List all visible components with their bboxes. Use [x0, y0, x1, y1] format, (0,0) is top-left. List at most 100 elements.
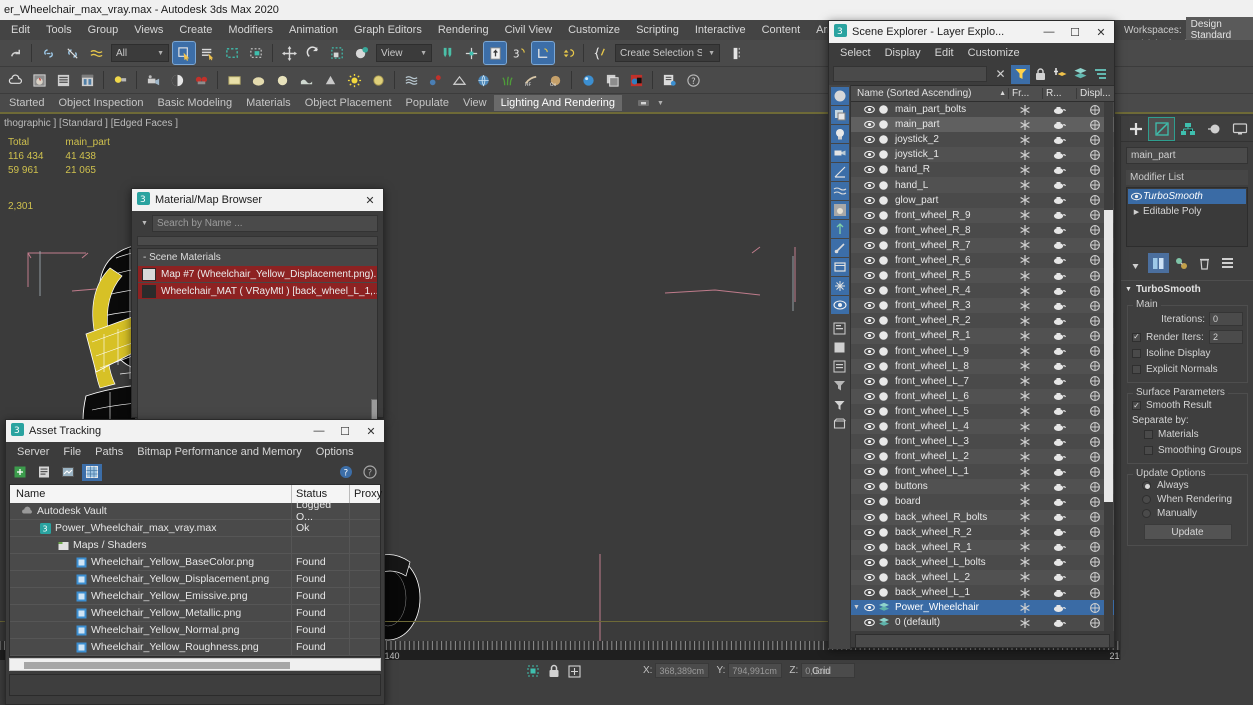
asset-tracking-titlebar[interactable]: 3 Asset Tracking — ☐ ✕	[6, 420, 384, 442]
radio-when-rendering[interactable]	[1142, 494, 1151, 504]
eye-icon[interactable]	[862, 196, 876, 205]
asset-tracking-toolbar[interactable]: ? ?	[6, 462, 384, 482]
object-bubble-icon[interactable]	[876, 285, 891, 296]
renderable-cell[interactable]	[1042, 225, 1076, 235]
freeze-cell[interactable]	[1008, 239, 1042, 251]
freeze-cell[interactable]	[1008, 345, 1042, 357]
asset-tracking-menubar[interactable]: Server File Paths Bitmap Performance and…	[6, 442, 384, 462]
display-helpers-icon[interactable]	[830, 163, 849, 181]
layer-icon[interactable]	[876, 602, 891, 613]
renderable-cell[interactable]	[1042, 240, 1076, 250]
freeze-cell[interactable]	[1008, 466, 1042, 478]
use-pivot-point-center-icon[interactable]	[436, 42, 458, 64]
object-paint-icon[interactable]: Ox	[544, 69, 566, 91]
freeze-cell[interactable]	[1008, 224, 1042, 236]
scene-explorer-row[interactable]: front_wheel_R_5	[851, 268, 1114, 284]
menu-file[interactable]: File	[56, 444, 88, 460]
lighting-analysis-icon[interactable]	[166, 69, 188, 91]
asset-table-row[interactable]: 3 Power_Wheelchair_max_vray.max Ok	[10, 520, 380, 537]
eye-icon[interactable]	[862, 452, 876, 461]
materials-checkbox[interactable]	[1144, 430, 1153, 439]
scene-explorer-scrollbar[interactable]	[1104, 102, 1113, 631]
freeze-cell[interactable]	[1008, 194, 1042, 206]
display-shapes-icon[interactable]	[830, 106, 849, 124]
freeze-cell[interactable]	[1008, 556, 1042, 568]
tab-display[interactable]	[1227, 118, 1252, 140]
freeze-cell[interactable]	[1008, 526, 1042, 538]
asset-tracking-dialog[interactable]: 3 Asset Tracking — ☐ ✕ Server File Paths…	[5, 419, 385, 705]
eye-icon[interactable]	[862, 181, 876, 190]
modifier-stack-buttons[interactable]	[1125, 253, 1249, 273]
asset-tracking-icon[interactable]	[601, 69, 623, 91]
modifier-editable-poly[interactable]: ▶ Editable Poly	[1128, 204, 1246, 219]
object-bubble-icon[interactable]	[876, 572, 891, 583]
ribbon-overflow[interactable]: ▼	[636, 97, 664, 109]
menu-server[interactable]: Server	[10, 444, 56, 460]
scene-explorer-row[interactable]: front_wheel_R_9	[851, 207, 1114, 223]
cloud-icon[interactable]	[4, 69, 26, 91]
renderable-cell[interactable]	[1042, 286, 1076, 296]
ribbon-tab-object-placement[interactable]: Object Placement	[298, 95, 399, 111]
rendered-frame-window-icon[interactable]	[76, 69, 98, 91]
freeze-cell[interactable]	[1008, 541, 1042, 553]
render-iters-checkbox[interactable]: ✓	[1132, 332, 1141, 342]
scene-explorer-row[interactable]: front_wheel_R_4	[851, 283, 1114, 298]
renderable-cell[interactable]	[1042, 452, 1076, 462]
materials-row[interactable]: Materials	[1144, 427, 1243, 442]
renderable-cell[interactable]	[1042, 437, 1076, 447]
display-materials-icon[interactable]	[830, 201, 849, 219]
eye-icon[interactable]	[862, 362, 876, 371]
percent-snap-toggle-icon[interactable]	[531, 41, 555, 65]
command-panel-tabs[interactable]	[1121, 116, 1253, 142]
select-by-name-icon[interactable]	[197, 42, 219, 64]
object-bubble-icon[interactable]	[876, 315, 891, 326]
renderable-cell[interactable]	[1042, 210, 1076, 220]
close-icon[interactable]: ✕	[358, 420, 384, 442]
freeze-cell[interactable]	[1008, 360, 1042, 372]
scene-explorer-row[interactable]: front_wheel_L_9	[851, 344, 1114, 359]
molecule-icon[interactable]	[424, 69, 446, 91]
eye-icon[interactable]	[862, 588, 876, 597]
redo-icon[interactable]	[4, 42, 26, 64]
scene-explorer-list[interactable]: main_part_bolts main_part joystick_2 joysti…	[851, 102, 1114, 631]
scene-explorer-row[interactable]: front_wheel_R_7	[851, 237, 1114, 253]
scene-explorer-row[interactable]: back_wheel_L_bolts	[851, 555, 1114, 570]
renderable-cell[interactable]	[1042, 331, 1076, 341]
menu-edit[interactable]: Edit	[928, 45, 961, 61]
material-list-item[interactable]: Wheelchair_MAT ( VRayMtl ) [back_wheel_L…	[138, 283, 377, 299]
update-mode-always[interactable]: Always	[1142, 478, 1243, 492]
object-bubble-icon[interactable]	[876, 164, 891, 175]
ribbon-tab-object-inspection[interactable]: Object Inspection	[51, 95, 150, 111]
renderable-cell[interactable]	[1042, 482, 1076, 492]
menu-paths[interactable]: Paths	[88, 444, 130, 460]
smoothing-groups-row[interactable]: Smoothing Groups	[1144, 443, 1243, 458]
material-browser-list[interactable]: - Scene Materials Map #7 (Wheelchair_Yel…	[137, 248, 378, 430]
scene-explorer-row[interactable]: front_wheel_L_1	[851, 464, 1114, 479]
freeze-cell[interactable]	[1008, 209, 1042, 221]
eye-icon[interactable]	[862, 331, 876, 340]
isoline-display-row[interactable]: Isoline Display	[1132, 346, 1243, 361]
scene-converter-sphere-icon[interactable]	[577, 69, 599, 91]
column-name[interactable]: Name	[10, 485, 292, 503]
renderable-cell[interactable]	[1042, 316, 1076, 326]
renderable-cell[interactable]	[1042, 376, 1076, 386]
globe-icon[interactable]	[472, 69, 494, 91]
renderable-cell[interactable]	[1042, 422, 1076, 432]
menu-select[interactable]: Select	[833, 45, 878, 61]
asset-table-row[interactable]: Wheelchair_Yellow_Emissive.png Found	[10, 588, 380, 605]
map-fabric-icon[interactable]	[295, 69, 317, 91]
refresh-assets-icon[interactable]	[10, 464, 30, 481]
absolute-relative-mode-icon[interactable]	[567, 664, 582, 682]
object-bubble-icon[interactable]	[876, 587, 891, 598]
radio-always[interactable]	[1142, 480, 1151, 490]
object-bubble-icon[interactable]	[876, 255, 891, 266]
display-containers-icon[interactable]	[830, 258, 849, 276]
eye-icon[interactable]	[862, 226, 876, 235]
eye-icon[interactable]	[862, 150, 876, 159]
smooth-result-checkbox[interactable]: ✓	[1132, 401, 1141, 410]
scene-explorer-row[interactable]: hand_L	[851, 177, 1114, 193]
menu-modifiers[interactable]: Modifiers	[220, 22, 281, 38]
eye-icon[interactable]	[862, 301, 876, 310]
scene-materials-group[interactable]: - Scene Materials	[138, 249, 377, 265]
map-circle-icon[interactable]	[271, 69, 293, 91]
